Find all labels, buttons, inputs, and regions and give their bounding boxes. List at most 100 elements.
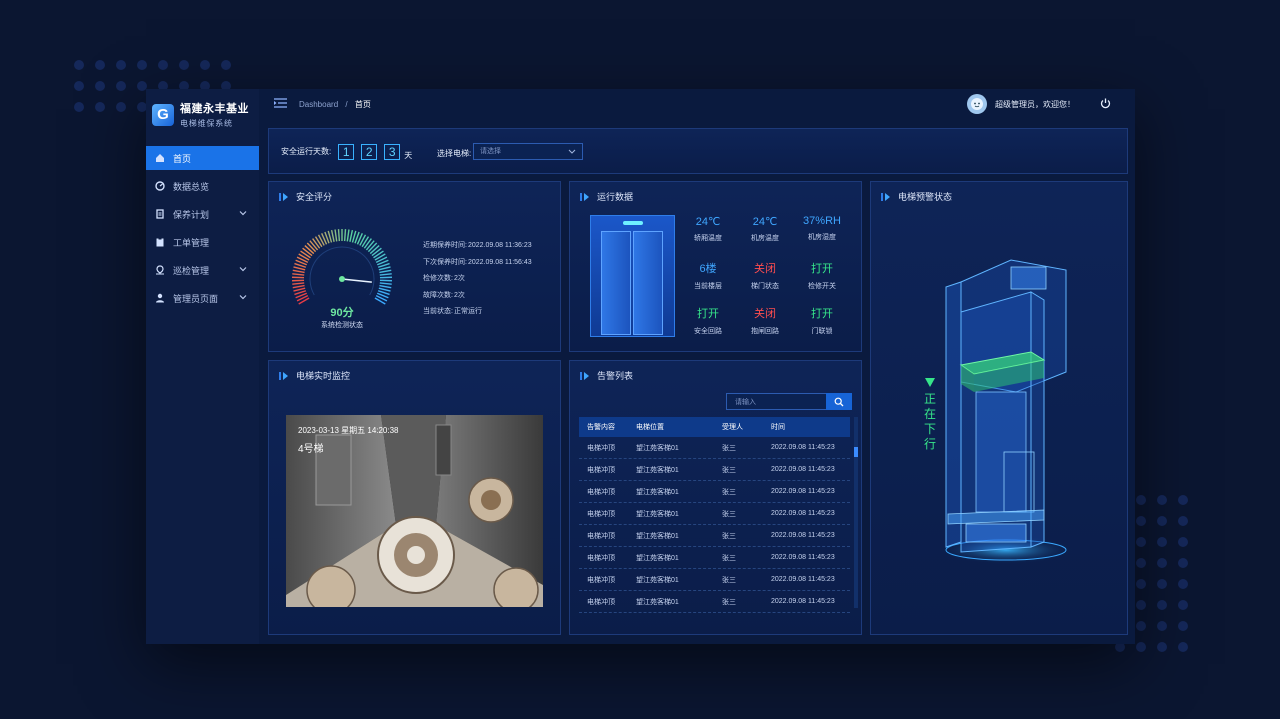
cell-location: 望江苑客梯01 — [636, 510, 679, 518]
column-header[interactable]: 电梯位置 — [636, 422, 722, 432]
cell-location: 望江苑客梯01 — [636, 466, 679, 474]
sidebar: G 福建永丰基业 电梯维保系统 首页 数据总览 保养计划 工单管理 巡检管理 管… — [146, 89, 259, 644]
stat-value: 打开 — [811, 308, 833, 320]
gauge-tick — [292, 273, 305, 276]
breadcrumb: Dashboard / 首页 — [299, 99, 371, 110]
info-value: 2022.09.08 11:36:23 — [467, 242, 532, 249]
table-scrollbar[interactable] — [854, 417, 858, 608]
breadcrumb-root[interactable]: Dashboard — [299, 100, 338, 109]
cell-assignee: 张三 — [722, 488, 736, 496]
cell-location: 望江苑客梯01 — [636, 576, 679, 584]
cell-content: 电梯冲顶 — [587, 598, 615, 606]
gauge-tick — [292, 269, 305, 274]
gauge-tick — [346, 229, 350, 242]
chevron-down-icon[interactable] — [239, 265, 247, 273]
cell-time: 2022.09.08 11:45:23 — [771, 466, 835, 473]
camera-feed[interactable]: 2023-03-13 星期五 14:20:38 4号梯 — [286, 415, 543, 607]
cell-location: 望江苑客梯01 — [636, 554, 679, 562]
gauge-tick — [292, 282, 305, 285]
stat-label: 轿厢温度 — [694, 235, 722, 242]
stat-value: 关闭 — [754, 308, 776, 320]
menu-collapse-icon[interactable] — [274, 98, 287, 108]
elevator-camera-image — [286, 415, 543, 607]
gauge-tick — [378, 287, 391, 292]
stat-item: 24℃ 机房温度 — [735, 215, 795, 243]
topbar: Dashboard / 首页 超级管理员，欢迎您！ — [259, 89, 1135, 119]
scrollbar-thumb[interactable] — [854, 447, 858, 457]
sidebar-item-label: 管理员页面 — [173, 293, 219, 304]
table-row[interactable]: 电梯冲顶 望江苑客梯01 张三 2022.09.08 11:45:23 — [579, 437, 850, 459]
sidebar-item-maintenance-plan[interactable]: 保养计划 — [146, 202, 259, 226]
cell-content: 电梯冲顶 — [587, 488, 615, 496]
logo-icon: G — [152, 103, 174, 126]
info-label: 下次保养时间: — [423, 258, 467, 266]
stat-label: 检修开关 — [808, 283, 836, 290]
table-row[interactable]: 电梯冲顶 望江苑客梯01 张三 2022.09.08 11:45:23 — [579, 525, 850, 547]
alarm-search-input[interactable]: 请输入 — [726, 393, 852, 410]
chevron-down-icon[interactable] — [239, 293, 247, 301]
sidebar-item-data-overview[interactable]: 数据总览 — [146, 174, 259, 198]
info-row: 下次保养时间:2022.09.08 11:56:43 — [423, 255, 532, 272]
user-info[interactable]: 超级管理员，欢迎您！ — [967, 94, 1075, 114]
power-icon[interactable] — [1100, 98, 1111, 109]
cell-content: 电梯冲顶 — [587, 510, 615, 518]
stat-item: 关闭 梯门状态 — [735, 260, 795, 291]
column-header[interactable]: 告警内容 — [579, 422, 636, 432]
sidebar-item-work-orders[interactable]: 工单管理 — [146, 230, 259, 254]
gauge-tick — [379, 273, 392, 276]
gauge-tick — [349, 229, 354, 242]
search-button[interactable] — [826, 393, 852, 410]
table-row[interactable]: 电梯冲顶 望江苑客梯01 张三 2022.09.08 11:45:23 — [579, 547, 850, 569]
safe-days-digit: 1 — [338, 143, 355, 160]
cell-time: 2022.09.08 11:45:23 — [771, 444, 835, 451]
table-row[interactable]: 电梯冲顶 望江苑客梯01 张三 2022.09.08 11:45:23 — [579, 459, 850, 481]
cell-time: 2022.09.08 11:45:23 — [771, 554, 835, 561]
cell-time: 2022.09.08 11:45:23 — [771, 488, 835, 495]
gauge-tick — [292, 284, 305, 289]
info-row: 当前状态:正常运行 — [423, 304, 532, 321]
stat-value: 24℃ — [752, 216, 778, 228]
avatar[interactable] — [967, 94, 987, 114]
gauge-tick — [300, 250, 311, 259]
gauge-tick — [379, 284, 392, 289]
stat-value: 打开 — [811, 263, 833, 275]
app-name: 福建永丰基业 — [180, 103, 249, 115]
info-label: 当前状态: — [423, 308, 453, 315]
gauge-tick — [371, 247, 382, 257]
maintenance-info: 近期保养时间:2022.09.08 11:36:23 下次保养时间:2022.0… — [423, 238, 532, 321]
filter-bar: 安全运行天数: 1 2 3 天 选择电梯: 请选择 — [268, 128, 1128, 174]
table-row[interactable]: 电梯冲顶 望江苑客梯01 张三 2022.09.08 11:45:23 — [579, 481, 850, 503]
stat-value: 6楼 — [699, 263, 717, 275]
cell-content: 电梯冲顶 — [587, 576, 615, 584]
sidebar-item-admin[interactable]: 管理员页面 — [146, 286, 259, 310]
gauge-tick — [304, 245, 315, 255]
chevron-down-icon — [568, 149, 576, 154]
cell-time: 2022.09.08 11:45:23 — [771, 510, 835, 517]
gauge-hub — [339, 276, 345, 282]
column-header[interactable]: 时间 — [771, 422, 850, 432]
sidebar-item-label: 工单管理 — [173, 237, 210, 248]
gauge-tick — [373, 250, 384, 259]
sidebar-item-home[interactable]: 首页 — [146, 146, 259, 170]
sidebar-item-inspection[interactable]: 巡检管理 — [146, 258, 259, 282]
stat-label: 机房温度 — [751, 235, 779, 242]
elevator-door-illustration — [590, 215, 675, 337]
table-row[interactable]: 电梯冲顶 望江苑客梯01 张三 2022.09.08 11:45:23 — [579, 503, 850, 525]
safe-days-digit: 3 — [384, 143, 401, 160]
brand[interactable]: G 福建永丰基业 电梯维保系统 — [152, 100, 249, 129]
panel-title: 运行数据 — [580, 190, 633, 203]
search-placeholder: 请输入 — [735, 399, 756, 406]
cell-location: 望江苑客梯01 — [636, 444, 679, 452]
elevator-select[interactable]: 请选择 — [473, 143, 583, 160]
location-icon — [156, 265, 164, 275]
column-header[interactable]: 受理人 — [722, 422, 771, 432]
title-marker-icon — [279, 192, 288, 201]
safe-days-unit: 天 — [404, 151, 413, 160]
chevron-down-icon[interactable] — [239, 209, 247, 217]
panel-title: 告警列表 — [580, 369, 633, 382]
cell-content: 电梯冲顶 — [587, 466, 615, 474]
title-marker-icon — [881, 192, 890, 201]
gauge-tick — [293, 287, 306, 292]
table-row[interactable]: 电梯冲顶 望江苑客梯01 张三 2022.09.08 11:45:23 — [579, 591, 850, 613]
table-row[interactable]: 电梯冲顶 望江苑客梯01 张三 2022.09.08 11:45:23 — [579, 569, 850, 591]
